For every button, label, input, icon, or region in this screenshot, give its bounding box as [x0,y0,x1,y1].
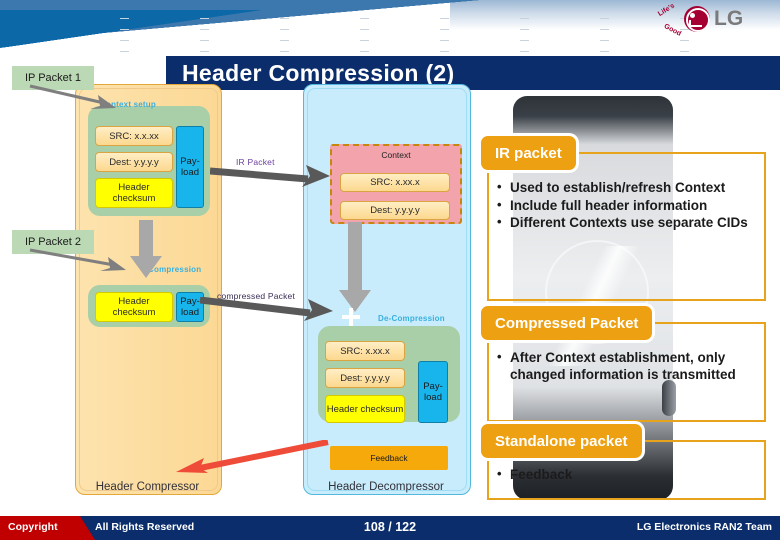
bullet-item: After Context establishment, only change… [497,349,758,383]
context-field-src: SRC: x.xx.x [340,173,450,192]
tick-marks [120,18,130,62]
callout-standalone-packet-header: Standalone packet [481,424,642,458]
field-dest: Dest: y.y.y.y [95,152,173,172]
context-flow-arrow [339,222,371,312]
compression-flow-arrow [130,220,162,278]
callout-standalone-packet: Standalone packet Feedback [481,424,766,500]
field-payload: Pay-load [176,126,204,208]
bullet-item: Different Contexts use separate CIDs [497,214,758,232]
ip-packet-2-arrow [29,248,126,271]
callout-compressed-packet-header: Compressed Packet [481,306,653,340]
compressed-packet-arrow [200,297,333,321]
slide-canvas: Life's Good LG Header Compression (2) He… [0,0,780,540]
decomp-field-header-checksum: Header checksum [325,395,405,423]
callout-ir-packet: IR packet Used to establish/refresh Cont… [481,136,766,301]
decomp-field-dest: Dest: y.y.y.y [325,368,405,388]
footer-team: LG Electronics RAN2 Team [636,521,772,533]
header-decompressor-caption: Header Decompressor [328,481,444,493]
merge-plus-icon [342,308,360,326]
bullet-item: Used to establish/refresh Context [497,179,758,197]
slide-footer: Copyright All Rights Reserved 108 / 122 … [0,516,780,540]
bullet-item: Feedback [497,466,758,484]
lg-tagline-1: Life's [657,2,676,18]
context-field-dest: Dest: y.y.y.y [340,201,450,220]
context-box-label: Context [381,150,411,160]
field-src: SRC: x.x.xx [95,126,173,146]
lg-logo: Life's Good LG [652,2,772,38]
lg-mark-icon [684,6,710,32]
feedback-arrow [176,440,329,473]
field-header-checksum-compressed: Header checksum [95,292,173,322]
bullet-item: Include full header information [497,197,758,215]
decomp-field-payload: Pay-load [418,361,448,423]
callout-ir-packet-bullets: Used to establish/refresh Context Includ… [497,179,758,233]
lg-wordmark: LG [714,7,744,30]
ir-packet-arrow [210,165,330,187]
callout-compressed-packet-bullets: After Context establishment, only change… [497,349,758,384]
lg-tagline-2: Good [662,23,683,38]
header-compressor-caption: Header Compressor [95,481,200,493]
decomp-field-src: SRC: x.xx.x [325,341,405,361]
feedback-box: Feedback [330,446,448,470]
callout-standalone-packet-bullets: Feedback [497,466,758,485]
decompression-label: De-Compression [378,314,445,323]
page-title: Header Compression (2) [182,60,455,86]
field-header-checksum: Header checksum [95,178,173,208]
slide-title-bar: Header Compression (2) [166,56,780,90]
callout-ir-packet-header: IR packet [481,136,576,170]
ip-packet-1-arrow [29,84,116,109]
callout-compressed-packet: Compressed Packet After Context establis… [481,306,766,422]
